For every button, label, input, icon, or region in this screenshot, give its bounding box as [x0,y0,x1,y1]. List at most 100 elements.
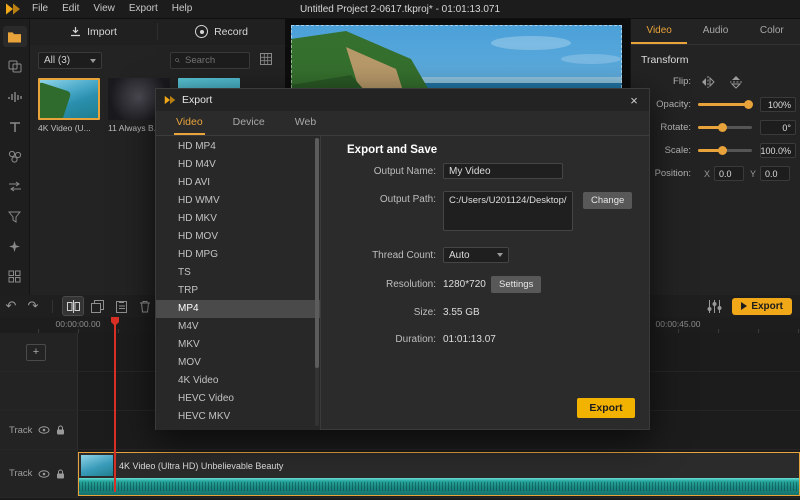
media-clip-1-label: 4K Video (U... [38,123,100,133]
dialog-tab-device[interactable]: Device [231,111,267,135]
eye-icon[interactable] [38,470,50,478]
rotate-slider[interactable] [698,126,752,129]
flip-horizontal-icon[interactable] [698,74,718,90]
add-track-button[interactable]: + [26,344,46,361]
menu-view[interactable]: View [86,0,122,18]
format-option[interactable]: HD MPG [156,246,320,264]
position-row: Position: X 0.0 Y 0.0 [631,162,800,185]
output-path-box[interactable]: C:/Users/U201124/Desktop/ [443,191,573,231]
effects-icon[interactable] [3,236,27,257]
menu-file[interactable]: File [25,0,55,18]
format-option[interactable]: MKV [156,336,320,354]
format-option[interactable]: HEVC Video [156,390,320,408]
paste-icon[interactable] [111,297,131,315]
dialog-tab-web[interactable]: Web [293,111,318,135]
track-4-header: Track [0,450,78,497]
rotate-value[interactable]: 0° [760,120,796,135]
clip-video-section: 4K Video (Ultra HD) Unbelievable Beauty [79,453,799,478]
elements-icon[interactable] [3,56,27,77]
media-library-icon[interactable] [3,26,27,47]
resolution-settings-button[interactable]: Settings [491,276,541,293]
timeline-export-button[interactable]: Export [732,298,792,315]
format-option[interactable]: M4V [156,318,320,336]
track-1-header: + [0,333,78,371]
position-y-value[interactable]: 0.0 [760,166,790,181]
track-3-label: Track [9,425,32,436]
text-tool-icon[interactable] [3,116,27,137]
export-dialog: Export × Video Device Web HD MP4 HD M4V … [155,88,650,430]
dialog-content: Export and Save Output Name: Output Path… [321,136,649,430]
format-option[interactable]: TS [156,264,320,282]
opacity-slider[interactable] [698,103,752,106]
format-option[interactable]: TRP [156,282,320,300]
shapes-icon[interactable] [3,146,27,167]
delete-icon[interactable] [135,297,155,315]
mixer-icon[interactable] [707,300,722,313]
tab-video[interactable]: Video [631,18,687,44]
pip-grid-icon[interactable] [3,266,27,287]
output-path-label: Output Path: [321,194,436,205]
timeline-clip[interactable]: 4K Video (Ultra HD) Unbelievable Beauty [78,452,800,496]
format-option[interactable]: HD WMV [156,192,320,210]
dialog-export-button[interactable]: Export [577,398,635,418]
format-option[interactable]: HD M4V [156,156,320,174]
media-search[interactable] [170,52,250,69]
format-list-scrollbar[interactable] [315,138,319,426]
copy-icon[interactable] [87,297,107,315]
position-x-value[interactable]: 0.0 [714,166,744,181]
format-option[interactable]: HD MP4 [156,138,320,156]
track-4-lane[interactable]: 4K Video (Ultra HD) Unbelievable Beauty [78,450,800,497]
menu-help[interactable]: Help [165,0,200,18]
menubar: File Edit View Export Help Untitled Proj… [0,0,800,19]
resolution-label: Resolution: [321,279,436,290]
dialog-tab-video[interactable]: Video [174,111,205,135]
tab-audio[interactable]: Audio [687,18,743,44]
search-input[interactable] [183,54,245,67]
undo-icon[interactable]: ↶ [0,296,22,316]
format-option[interactable]: 4K Video [156,372,320,390]
flip-vertical-icon[interactable] [728,72,744,92]
lock-icon[interactable] [56,425,65,435]
flip-label: Flip: [633,76,698,87]
thread-count-dropdown[interactable]: Auto [443,247,509,263]
filters-icon[interactable] [3,206,27,227]
output-name-input[interactable] [443,163,563,179]
format-option[interactable]: HD MKV [156,210,320,228]
position-y-label: Y [750,169,756,179]
transitions-icon[interactable] [3,176,27,197]
clip-audio-waveform [79,478,799,495]
media-clip-1[interactable]: 4K Video (U... [38,78,100,133]
opacity-value[interactable]: 100% [760,97,796,112]
eye-icon[interactable] [38,426,50,434]
tab-color[interactable]: Color [744,18,800,44]
size-value: 3.55 GB [443,307,480,318]
scale-slider[interactable] [698,149,752,152]
close-icon[interactable]: × [619,89,649,111]
playhead[interactable] [114,317,116,492]
scale-value[interactable]: 100.0% [760,143,796,158]
import-button[interactable]: Import [30,18,157,45]
track-2-header [0,372,78,410]
format-option[interactable]: HEVC MKV [156,408,320,426]
ruler-label-0: 00:00:00.00 [56,319,101,329]
format-option-selected[interactable]: MP4 [156,300,320,318]
format-option[interactable]: HD AVI [156,174,320,192]
lock-icon[interactable] [56,469,65,479]
media-clip-1-thumbnail [38,78,100,120]
split-icon[interactable] [63,297,83,315]
menu-edit[interactable]: Edit [55,0,86,18]
rotate-row: Rotate: 0° [631,116,800,139]
change-path-button[interactable]: Change [583,192,632,209]
menu-export[interactable]: Export [122,0,165,18]
search-icon [175,56,180,65]
format-option[interactable]: HD MOV [156,228,320,246]
tool-sidebar [0,18,30,295]
format-option[interactable]: MOV [156,354,320,372]
audio-icon[interactable] [3,86,27,107]
redo-icon[interactable]: ↷ [22,296,44,316]
thread-count-label: Thread Count: [321,250,436,261]
media-filter-dropdown[interactable]: All (3) [38,52,102,69]
grid-view-icon[interactable] [260,53,272,65]
flip-row: Flip: [631,70,800,93]
record-button[interactable]: Record [158,18,285,45]
